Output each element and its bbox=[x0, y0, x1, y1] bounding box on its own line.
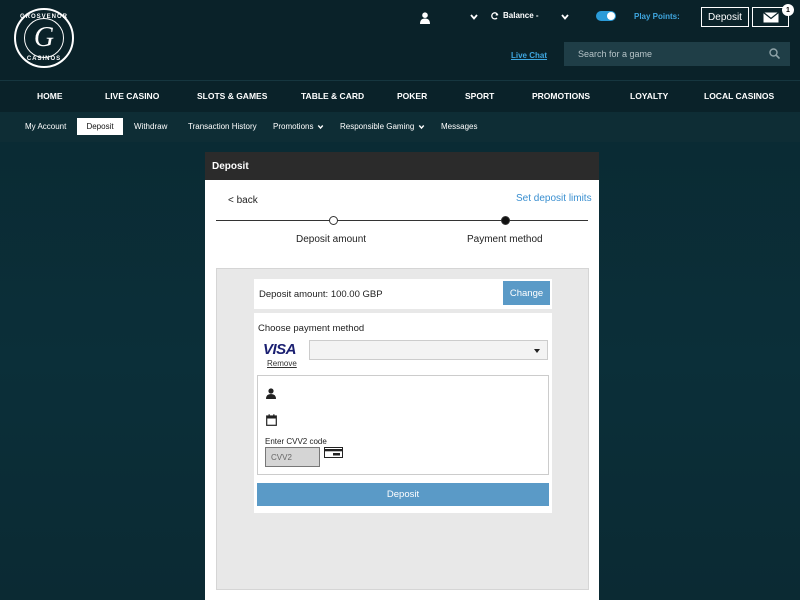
nav-table-card[interactable]: TABLE & CARD bbox=[301, 91, 364, 101]
change-amount-button[interactable]: Change bbox=[503, 281, 550, 305]
set-deposit-limits-link[interactable]: Set deposit limits bbox=[516, 193, 592, 204]
account-chevron-down-icon[interactable] bbox=[470, 13, 478, 21]
grosvenor-logo[interactable]: GROSVENOR G CASINOS bbox=[14, 8, 74, 68]
cardholder-person-icon bbox=[266, 388, 276, 399]
deposit-panel: Deposit < back Set deposit limits Deposi… bbox=[205, 152, 599, 600]
account-sub-nav: My Account Deposit Withdraw Transaction … bbox=[0, 112, 800, 142]
step-label-deposit-amount: Deposit amount bbox=[296, 234, 367, 245]
nav-slots-games[interactable]: SLOTS & GAMES bbox=[197, 91, 267, 101]
search-icon[interactable] bbox=[769, 48, 780, 59]
step-dot-payment-method bbox=[501, 216, 510, 225]
subnav-transaction-history[interactable]: Transaction History bbox=[184, 118, 261, 135]
subnav-promotions[interactable]: Promotions bbox=[269, 118, 328, 135]
mail-icon bbox=[762, 11, 779, 22]
logo-letter: G bbox=[24, 18, 64, 58]
balance-area[interactable]: Balance - bbox=[491, 11, 539, 20]
deposit-amount-summary: Deposit amount: 100.00 GBP Change bbox=[254, 279, 552, 309]
refresh-icon[interactable] bbox=[491, 11, 499, 20]
messages-button[interactable]: 1 bbox=[752, 4, 794, 27]
logo-ring-text-top: GROSVENOR bbox=[19, 14, 68, 20]
logo-ring-text-bottom: CASINOS bbox=[26, 56, 62, 62]
back-link[interactable]: < back bbox=[228, 195, 258, 206]
panel-title: Deposit bbox=[205, 152, 599, 180]
subnav-responsible-gaming[interactable]: Responsible Gaming bbox=[336, 118, 429, 135]
visa-logo: VISA bbox=[263, 341, 297, 358]
payment-method-box: Choose payment method VISA Remove Enter … bbox=[254, 313, 552, 513]
user-icon[interactable] bbox=[420, 12, 430, 24]
subnav-withdraw[interactable]: Withdraw bbox=[130, 118, 171, 135]
subnav-deposit[interactable]: Deposit bbox=[77, 118, 123, 135]
expiry-calendar-icon bbox=[266, 414, 277, 426]
main-nav: HOME LIVE CASINO SLOTS & GAMES TABLE & C… bbox=[0, 80, 800, 112]
nav-home[interactable]: HOME bbox=[37, 91, 63, 101]
live-chat-link[interactable]: Live Chat bbox=[511, 51, 547, 60]
remove-card-link[interactable]: Remove bbox=[267, 359, 297, 368]
card-details-box: Enter CVV2 code bbox=[257, 375, 549, 475]
chevron-down-icon bbox=[318, 124, 324, 129]
chevron-down-icon bbox=[419, 124, 425, 129]
saved-card-select[interactable] bbox=[309, 340, 548, 360]
balance-toggle[interactable] bbox=[596, 11, 616, 21]
step-label-payment-method: Payment method bbox=[467, 234, 543, 245]
cvv-label: Enter CVV2 code bbox=[265, 437, 327, 446]
nav-loyalty[interactable]: LOYALTY bbox=[630, 91, 668, 101]
search-input[interactable]: Search for a game bbox=[564, 42, 790, 66]
top-header: GROSVENOR G CASINOS Balance - Play Point… bbox=[0, 0, 800, 80]
cvv-card-icon bbox=[324, 447, 343, 458]
nav-local-casinos[interactable]: LOCAL CASINOS bbox=[704, 91, 774, 101]
balance-label: Balance - bbox=[503, 11, 539, 20]
balance-chevron-down-icon[interactable] bbox=[561, 13, 569, 21]
nav-promotions[interactable]: PROMOTIONS bbox=[532, 91, 590, 101]
cvv-input[interactable] bbox=[265, 447, 320, 467]
deposit-submit-button[interactable]: Deposit bbox=[257, 483, 549, 506]
nav-poker[interactable]: POKER bbox=[397, 91, 427, 101]
search-placeholder: Search for a game bbox=[578, 49, 653, 59]
header-deposit-button[interactable]: Deposit bbox=[701, 7, 749, 27]
nav-live-casino[interactable]: LIVE CASINO bbox=[105, 91, 159, 101]
step-dot-deposit-amount bbox=[329, 216, 338, 225]
play-points-label: Play Points: bbox=[634, 12, 680, 21]
dropdown-arrow-icon bbox=[534, 349, 540, 353]
choose-payment-method-label: Choose payment method bbox=[258, 323, 365, 334]
subnav-my-account[interactable]: My Account bbox=[21, 118, 70, 135]
step-progress-line bbox=[216, 220, 588, 221]
nav-sport[interactable]: SPORT bbox=[465, 91, 494, 101]
subnav-messages[interactable]: Messages bbox=[437, 118, 481, 135]
deposit-amount-text: Deposit amount: 100.00 GBP bbox=[259, 288, 383, 300]
deposit-form-area: Deposit amount: 100.00 GBP Change Choose… bbox=[216, 268, 589, 590]
mail-badge: 1 bbox=[782, 4, 794, 16]
